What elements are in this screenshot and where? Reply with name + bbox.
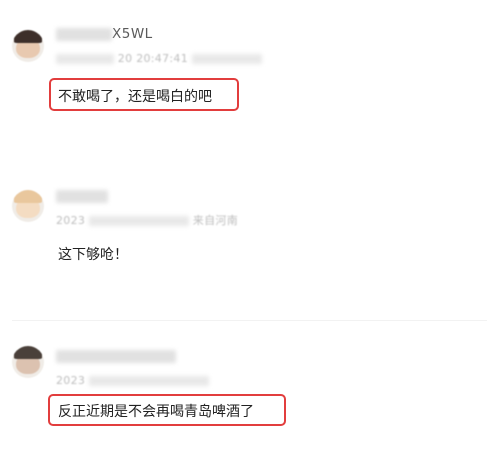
username[interactable]: X5WL (56, 26, 153, 42)
username[interactable] (56, 188, 108, 204)
username[interactable] (56, 348, 176, 364)
blurred-date (89, 216, 189, 226)
blurred-date (89, 376, 209, 386)
avatar-hair (14, 190, 42, 203)
comment-item: X5WL 20 20:47:41 不敢喝了，还是喝白的吧 (0, 0, 487, 150)
comment-timestamp: 20 20:47:41 (56, 52, 262, 65)
highlight-box (48, 394, 286, 426)
timestamp-visible: 2023 (56, 374, 86, 387)
avatar[interactable] (12, 30, 44, 62)
blurred-location (191, 54, 262, 64)
timestamp-visible: 2023 (56, 214, 86, 227)
location-text: 来自河南 (192, 214, 238, 227)
timestamp-visible: 20 20:47:41 (117, 52, 188, 65)
comment-text: 这下够呛！ (58, 247, 128, 263)
blurred-username (56, 189, 108, 203)
blurred-username-prefix (56, 27, 112, 41)
avatar-hair (14, 30, 42, 43)
avatar[interactable] (12, 190, 44, 222)
avatar-hair (14, 346, 42, 359)
avatar[interactable] (12, 346, 44, 378)
highlight-box (49, 78, 239, 111)
blurred-username (56, 349, 176, 363)
comment-timestamp: 2023 来自河南 (56, 212, 238, 228)
comment-list: X5WL 20 20:47:41 不敢喝了，还是喝白的吧 2023 来自河南 这… (0, 0, 487, 465)
comment-item: 2023 反正近期是不会再喝青岛啤酒了 (0, 320, 487, 465)
blurred-date (56, 54, 114, 64)
username-visible: X5WL (112, 26, 153, 42)
comment-item: 2023 来自河南 这下够呛！ (0, 150, 487, 320)
comment-timestamp: 2023 (56, 374, 209, 387)
